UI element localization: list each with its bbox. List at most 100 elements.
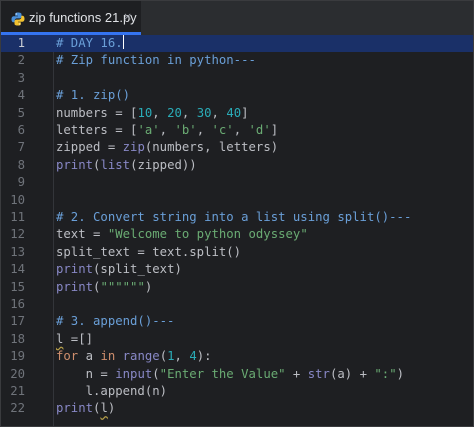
code-token: ] [241,105,249,120]
code-line[interactable]: 9 [1,174,473,191]
code-line[interactable]: 8 print(list(zipped)) [1,157,473,174]
code-line[interactable]: 14 print(split_text) [1,261,473,278]
code-token: zipped = [56,140,123,155]
code-line[interactable]: 11 # 2. Convert string into a list using … [1,209,473,226]
code-line[interactable]: 19 for a in range(1, 4): [1,348,473,365]
code-token: a [78,349,101,364]
code-token: # 2. Convert string into a list using sp… [56,210,412,224]
code-line[interactable]: 18 l =[] [1,331,473,348]
code-line[interactable]: 10 [1,192,473,209]
code-token: 20 [167,105,182,120]
code-token: zip [122,140,145,155]
code-line[interactable]: 13 split_text = text.split() [1,244,473,261]
code-token: print [56,157,94,172]
code-token: , [174,349,190,364]
code-text: l.append(n) [56,383,167,400]
code-token: + [285,366,308,381]
code-line[interactable]: 12 text = "Welcome to python odyssey" [1,226,473,243]
code-line[interactable]: 22 print(l) [1,400,473,417]
code-line[interactable]: 15 print("""""") [1,279,473,296]
code-text: # 1. zip() [56,87,130,104]
code-token: , [152,105,168,120]
code-line[interactable]: 4 # 1. zip() [1,87,473,104]
code-token: 'd' [248,123,271,137]
code-token: range [122,349,160,364]
code-token: (zipped)) [130,157,197,172]
code-token: ) [396,366,405,381]
line-number: 10 [10,192,25,207]
code-token: text = [56,227,108,242]
python-file-icon [11,11,25,26]
code-text: # Zip function in python--- [56,52,256,69]
code-line[interactable]: 5 numbers = [10, 20, 30, 40] [1,105,473,122]
code-token: 40 [226,105,242,120]
text-caret [122,35,124,49]
code-token: print [56,262,94,277]
code-token: 1 [167,349,175,364]
tab-bar: zip functions 21.py × [1,1,473,36]
tab-zip-functions[interactable]: zip functions 21.py × [1,1,141,35]
line-number: 15 [10,279,25,294]
code-token: print [56,401,94,416]
code-text: letters = ['a', 'b', 'c', 'd'] [56,122,278,139]
code-line[interactable]: 7 zipped = zip(numbers, letters) [1,139,473,156]
code-token: , [181,105,197,120]
line-number: 12 [10,227,25,242]
line-number: 19 [10,349,25,364]
code-token: split_text = text.split() [56,244,242,259]
code-token: for [56,349,79,364]
code-token: str [307,366,330,381]
code-text: n = input("Enter the Value" + str(a) + "… [56,366,404,383]
code-text: zipped = zip(numbers, letters) [56,139,278,156]
code-text: split_text = text.split() [56,244,241,261]
code-token: l.append(n) [56,384,168,398]
line-number: 18 [10,331,25,346]
code-editor[interactable]: 1 # DAY 16. 2 # Zip function in python--- 3 4… [1,35,473,426]
code-token: ): [196,349,212,364]
code-line[interactable]: 17 # 3. append()--- [1,313,473,330]
code-token: ) [107,401,116,416]
code-line[interactable]: 2 # Zip function in python--- [1,52,473,69]
line-number: 6 [17,123,25,137]
code-token: numbers = [ [56,105,138,120]
code-text: print(l) [56,400,115,417]
line-number: 3 [17,70,25,85]
line-number: 8 [17,157,25,172]
code-token: letters = [ [56,123,138,137]
code-token: (numbers, letters) [144,140,279,155]
code-token: 'a' [137,123,160,137]
code-line[interactable]: 20 n = input("Enter the Value" + str(a) … [1,366,473,383]
code-token: , [196,123,212,137]
code-line[interactable]: 6 letters = ['a', 'b', 'c', 'd'] [1,122,473,139]
code-token: list [100,157,131,172]
code-line[interactable]: 3 [1,70,473,87]
code-token: ( [152,366,160,381]
code-token: 'c' [211,123,234,137]
code-text: numbers = [10, 20, 30, 40] [56,105,249,122]
code-token: 10 [137,105,153,120]
code-token: # 3. append()--- [56,314,175,329]
line-number: 1 [17,36,25,50]
code-token: , [233,123,249,137]
tab-title: zip functions 21.py [29,10,137,25]
line-number: 17 [10,314,25,329]
code-line[interactable]: 16 [1,296,473,313]
code-token: n = [56,366,116,381]
code-token: (a) + [329,366,375,381]
code-token: # Zip function in python--- [56,53,256,68]
code-token: , [159,123,175,137]
line-number: 14 [10,262,25,277]
close-icon[interactable]: × [123,10,132,23]
code-token: print [56,279,94,294]
line-number: 11 [10,210,25,224]
line-number: 13 [10,244,25,259]
code-token: ":" [374,366,397,381]
code-line[interactable]: 21 l.append(n) [1,383,473,400]
line-number: 21 [10,384,25,398]
line-number: 9 [17,175,25,190]
code-token: ] [270,123,279,137]
code-text: # 3. append()--- [56,313,174,330]
code-text: # 2. Convert string into a list using sp… [56,209,411,226]
code-line[interactable]: 1 # DAY 16. [1,35,473,53]
code-text: text = "Welcome to python odyssey" [56,226,308,243]
